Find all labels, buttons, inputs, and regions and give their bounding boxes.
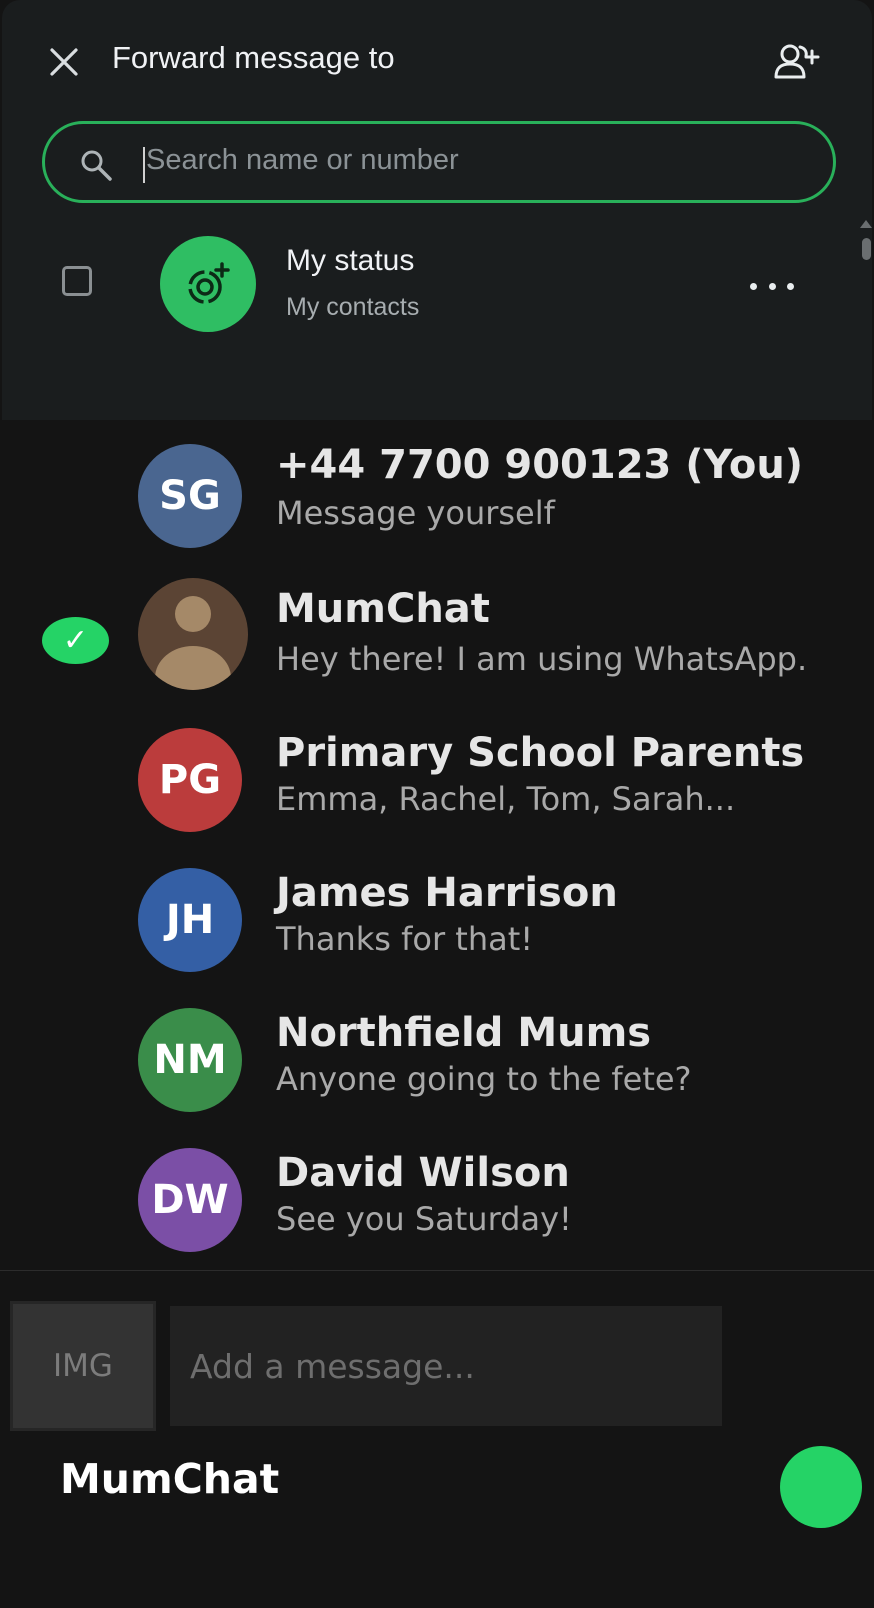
- search-field[interactable]: Search name or number: [42, 121, 836, 203]
- contact-subtitle: Hey there! I am using WhatsApp.: [276, 640, 808, 678]
- avatar: JH: [138, 868, 242, 972]
- close-icon: [50, 48, 78, 76]
- contact-row[interactable]: MumChat Hey there! I am using WhatsApp.: [0, 576, 874, 696]
- avatar: NM: [138, 1008, 242, 1112]
- more-options-button[interactable]: [750, 268, 794, 304]
- contact-subtitle: Message yourself: [276, 494, 555, 532]
- contact-name: MumChat: [276, 586, 490, 632]
- status-name: My status: [286, 244, 415, 277]
- search-icon: [81, 150, 112, 181]
- contact-row[interactable]: SG +44 7700 900123 (You) Message yoursel…: [0, 436, 874, 556]
- contact-subtitle: Emma, Rachel, Tom, Sarah...: [276, 780, 736, 818]
- contact-subtitle: Anyone going to the fete?: [276, 1060, 692, 1098]
- contact-name: +44 7700 900123 (You): [276, 442, 804, 488]
- add-contact-button[interactable]: [767, 36, 827, 86]
- contact-row[interactable]: PG Primary School Parents Emma, Rachel, …: [0, 720, 874, 840]
- contact-row[interactable]: DW David Wilson See you Saturday!: [0, 1140, 874, 1260]
- contact-name: James Harrison: [276, 870, 618, 916]
- close-button[interactable]: [42, 40, 86, 84]
- scrollbar-thumb[interactable]: [862, 238, 871, 260]
- send-button[interactable]: [780, 1446, 862, 1528]
- search-input[interactable]: Search name or number: [146, 144, 459, 177]
- text-cursor: [143, 147, 145, 183]
- contact-row[interactable]: JH James Harrison Thanks for that!: [0, 860, 874, 980]
- divider: [0, 1270, 874, 1271]
- status-add-icon: [188, 262, 230, 304]
- selected-recipients: MumChat: [60, 1455, 280, 1503]
- avatar-photo: [138, 578, 248, 690]
- image-thumbnail[interactable]: IMG: [10, 1301, 156, 1431]
- avatar: SG: [138, 444, 242, 548]
- contact-subtitle: See you Saturday!: [276, 1200, 572, 1238]
- status-privacy: My contacts: [286, 293, 420, 321]
- contact-subtitle: Thanks for that!: [276, 920, 534, 958]
- more-dot-icon: [787, 282, 794, 290]
- more-dot-icon: [750, 282, 757, 290]
- contact-name: Northfield Mums: [276, 1010, 652, 1056]
- contact-name: David Wilson: [276, 1150, 570, 1196]
- selected-checkmark-icon[interactable]: ✓: [42, 617, 109, 664]
- add-contact-icon: [774, 44, 820, 79]
- message-input[interactable]: [170, 1306, 722, 1426]
- contact-row[interactable]: NM Northfield Mums Anyone going to the f…: [0, 1000, 874, 1120]
- more-dot-icon: [768, 282, 776, 290]
- avatar: DW: [138, 1148, 242, 1252]
- status-avatar: [160, 236, 256, 332]
- status-checkbox[interactable]: [62, 266, 92, 296]
- forward-dialog: Forward message to Search name or number…: [2, 0, 872, 420]
- avatar: PG: [138, 728, 242, 832]
- person-photo-icon: [155, 596, 231, 690]
- contact-name: Primary School Parents: [276, 730, 805, 776]
- scroll-up-arrow[interactable]: [860, 220, 872, 228]
- dialog-title: Forward message to: [112, 40, 395, 75]
